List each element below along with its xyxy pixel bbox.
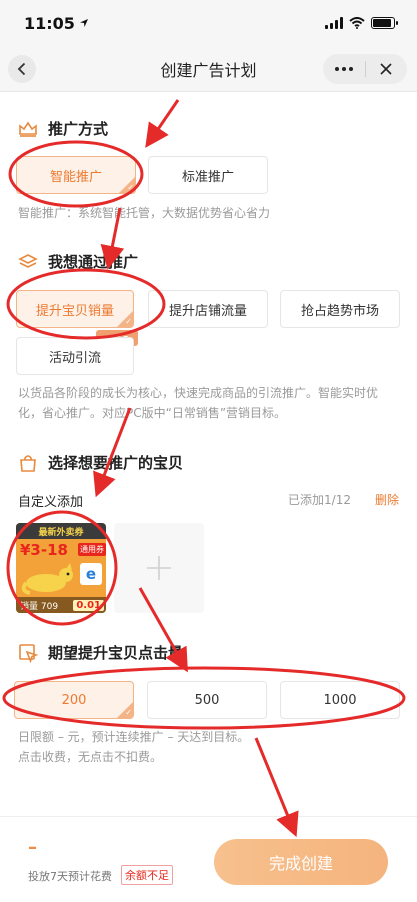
status-time: 11:05 [24,14,89,33]
mini-program-capsule [323,54,407,84]
option-boost-item-sales[interactable]: 提升宝贝销量 ✓ [16,290,134,328]
promo-goal-description-line1: 以货品各阶段的成长为核心，快速完成商品的引流推广。智能实时优 [18,386,379,400]
promo-method-description: 智能推广：系统智能托管，大数据优势省心省力 [18,206,271,220]
bottom-bar: – 投放7天预计花费 余额不足 完成创建 [0,816,417,902]
product-price: ¥3-18 [20,541,68,559]
check-icon: ✓ [125,708,132,717]
promo-method-title: 推广方式 [48,120,109,138]
time-text: 11:05 [24,13,75,33]
layers-icon [18,252,38,272]
option-clicks-500[interactable]: 500 [147,681,267,719]
option-boost-store-traffic[interactable]: 提升店铺流量 [148,290,268,328]
option-event-traffic-label: 活动引流 [48,350,101,366]
product-banner: 最新外卖券 [16,523,106,539]
option-boost-store-traffic-label: 提升店铺流量 [168,303,247,319]
option-clicks-200-label: 200 [61,692,87,708]
promo-goal-title: 我想通过推广 [48,253,139,271]
product-title: 选择想要推广的宝贝 [48,454,184,472]
custom-add-label: 自定义添加 [18,495,84,510]
option-smart-promotion[interactable]: 智能推广 ✓ [16,156,136,194]
option-clicks-1000-label: 1000 [323,692,357,708]
back-button[interactable] [8,55,36,83]
clicks-title: 期望提升宝贝点击量 [48,644,184,662]
option-clicks-200[interactable]: 200 ✓ [14,681,134,719]
annotation-arrow-5 [254,737,299,838]
option-smart-promotion-label: 智能推广 [49,169,102,185]
finish-create-button[interactable]: 完成创建 [214,839,388,885]
option-seize-trend-market[interactable]: 抢占趋势市场 [280,290,400,328]
option-clicks-500-label: 500 [194,692,220,708]
estimated-cost-value: – [28,837,37,858]
option-boost-item-sales-label: 提升宝贝销量 [35,303,114,319]
added-count: 已添加1/12 [288,493,351,507]
check-icon: ✓ [125,317,132,326]
option-seize-trend-market-label: 抢占趋势市场 [300,303,379,319]
promo-method-section-title: 推广方式 [18,118,108,139]
option-clicks-1000[interactable]: 1000 [280,681,400,719]
product-card[interactable]: 最新外卖券 ¥3-18 通用券 e 销量 709 0.01 [16,523,106,613]
promo-goal-description-line2: 化，省心推广。对应PC版中“日常销售”营销目标。 [18,406,287,420]
status-icons [325,17,398,29]
clicks-description-line1: 日限额 – 元，预计连续推广 – 天达到目标。 [18,730,250,744]
more-button[interactable] [323,54,365,84]
add-product-button[interactable] [114,523,204,613]
clicks-description-line2: 点击收费，无点击不扣费。 [18,750,163,764]
navigation-bar: 创建广告计划 [0,46,417,92]
delete-link[interactable]: 删除 [375,491,399,508]
product-brand-icon: e [80,563,102,585]
cursor-click-icon [18,643,38,663]
promo-goal-section-title: 我想通过推广 [18,251,138,272]
annotation-arrow-1 [145,99,180,148]
check-icon: ✓ [127,183,134,192]
plus-icon [147,556,171,580]
wifi-icon [349,17,365,29]
location-arrow-icon [79,19,88,27]
more-dots-icon [334,67,353,71]
shopping-bag-icon [18,453,38,473]
close-button[interactable] [366,54,408,84]
insufficient-balance-badge: 余额不足 [121,865,173,885]
battery-icon [371,17,398,29]
crown-icon [18,119,38,139]
chevron-left-icon [17,62,26,76]
clicks-description: 日限额 – 元，预计连续推广 – 天达到目标。 点击收费，无点击不扣费。 [18,727,249,767]
kangaroo-mascot-icon [21,563,73,595]
product-coupon: 通用券 [78,543,106,556]
product-section-title: 选择想要推广的宝贝 [18,452,183,473]
promo-goal-description: 以货品各阶段的成长为核心，快速完成商品的引流推广。智能实时优 化，省心推广。对应… [18,383,378,423]
option-event-traffic[interactable]: 活动引流 [16,337,134,375]
page-title: 创建广告计划 [160,60,257,80]
close-icon [380,63,392,75]
clicks-section-title: 期望提升宝贝点击量 [18,642,183,663]
cellular-signal-icon [325,17,343,29]
product-price-tag: 0.01 [73,600,104,611]
estimated-cost-label: 投放7天预计花费 [28,870,112,883]
status-bar: 11:05 [0,0,417,46]
option-standard-promotion[interactable]: 标准推广 [148,156,268,194]
option-standard-promotion-label: 标准推广 [181,169,234,185]
